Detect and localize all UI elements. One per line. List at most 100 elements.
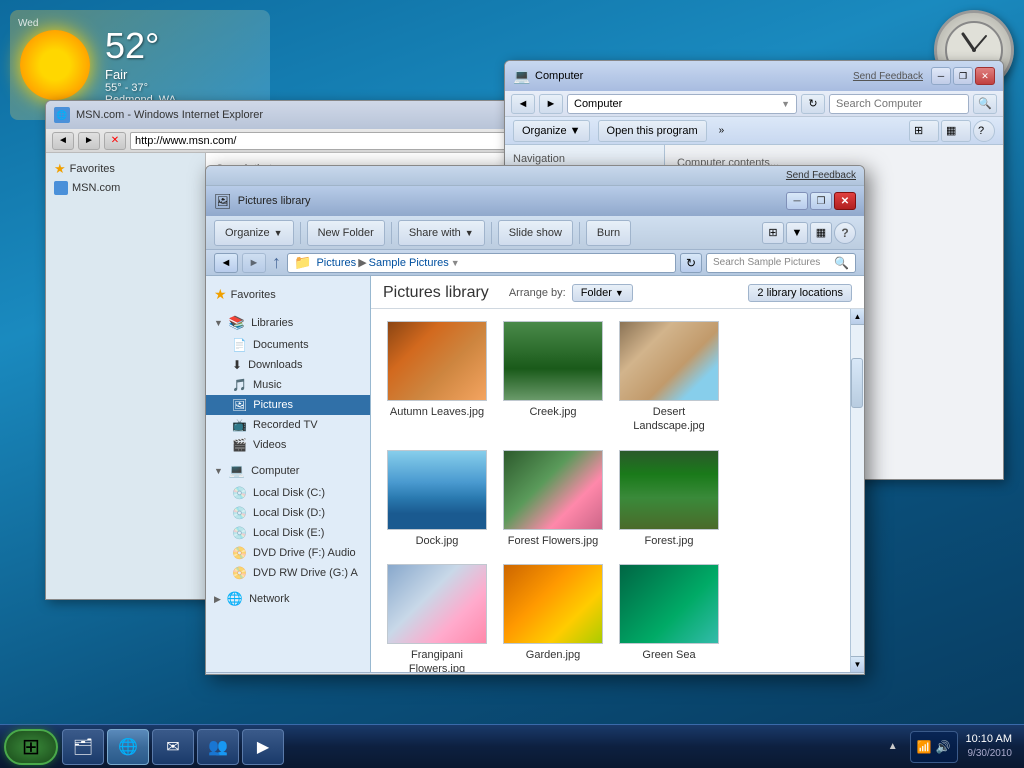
computer-forward-btn[interactable]: ► bbox=[539, 94, 563, 114]
network-header[interactable]: ▶ 🌐 Network bbox=[206, 587, 370, 611]
new-folder-btn[interactable]: New Folder bbox=[307, 220, 385, 246]
pictures-close-btn[interactable]: ✕ bbox=[834, 192, 856, 210]
help-btn[interactable]: ? bbox=[834, 222, 856, 244]
nav-item-dvd-f[interactable]: 📀 DVD Drive (F:) Audio bbox=[206, 543, 370, 563]
computer-header[interactable]: ▼ 💻 Computer bbox=[206, 459, 370, 483]
taskbar-item-ie[interactable]: 🌐 bbox=[107, 729, 149, 765]
nav-item-dvd-g[interactable]: 📀 DVD RW Drive (G:) A bbox=[206, 563, 370, 583]
nav-item-recorded-tv[interactable]: 📺 Recorded TV bbox=[206, 415, 370, 435]
taskbar-item-mail[interactable]: ✉ bbox=[152, 729, 194, 765]
documents-label: Documents bbox=[253, 339, 309, 351]
libraries-icon: 📚 bbox=[229, 315, 245, 331]
ie-forward-btn[interactable]: ► bbox=[78, 132, 100, 150]
breadcrumb-folder-icon: 📁 bbox=[294, 254, 311, 271]
pictures-send-feedback[interactable]: Send Feedback bbox=[786, 170, 856, 181]
computer-help-btn[interactable]: ? bbox=[973, 120, 995, 142]
breadcrumb-sample-pictures[interactable]: Sample Pictures bbox=[369, 257, 449, 269]
volume-tray-icon[interactable]: 🔊 bbox=[936, 740, 951, 754]
taskbar-item-users[interactable]: 👥 bbox=[197, 729, 239, 765]
pic-item-7[interactable]: Garden.jpg bbox=[499, 560, 607, 672]
show-desktop-btn[interactable]: ▲ bbox=[888, 741, 898, 752]
computer-send-feedback[interactable]: Send Feedback bbox=[853, 71, 923, 82]
computer-address-area[interactable]: Computer ▼ bbox=[567, 94, 797, 114]
nav-item-local-disk-d[interactable]: 💿 Local Disk (D:) bbox=[206, 503, 370, 523]
nav-item-music[interactable]: 🎵 Music bbox=[206, 375, 370, 395]
computer-view-btns: ⊞ ▦ ? bbox=[909, 120, 995, 142]
computer-search-input[interactable] bbox=[829, 94, 969, 114]
computer-open-btn[interactable]: Open this program bbox=[598, 120, 707, 142]
computer-organize-btn[interactable]: Organize ▼ bbox=[513, 120, 590, 142]
computer-view-icon-btn[interactable]: ⊞ bbox=[909, 120, 939, 142]
organize-btn[interactable]: Organize ▼ bbox=[214, 220, 294, 246]
nav-item-downloads[interactable]: ⬇ Downloads bbox=[206, 355, 370, 375]
nav-path-breadcrumb[interactable]: 📁 Pictures ▶ Sample Pictures ▼ bbox=[287, 253, 676, 273]
pic-item-5[interactable]: Forest.jpg bbox=[615, 446, 723, 552]
taskbar-item-media[interactable]: ▶ bbox=[242, 729, 284, 765]
nav-back-btn[interactable]: ◄ bbox=[214, 253, 238, 273]
burn-btn[interactable]: Burn bbox=[586, 220, 631, 246]
pic-name-1: Creek.jpg bbox=[529, 405, 576, 419]
search-icon[interactable]: 🔍 bbox=[834, 256, 849, 270]
pic-item-3[interactable]: Dock.jpg bbox=[383, 446, 491, 552]
nav-item-local-disk-e[interactable]: 💿 Local Disk (E:) bbox=[206, 523, 370, 543]
favorites-header[interactable]: ★ Favorites bbox=[206, 282, 370, 307]
pic-item-6[interactable]: Frangipani Flowers.jpg bbox=[383, 560, 491, 672]
pictures-restore-btn[interactable]: ❐ bbox=[810, 192, 832, 210]
pic-item-2[interactable]: Desert Landscape.jpg bbox=[615, 317, 723, 438]
toolbar-separator-3 bbox=[491, 222, 492, 244]
breadcrumb-pictures[interactable]: Pictures bbox=[316, 257, 356, 269]
computer-min-btn[interactable]: ─ bbox=[931, 67, 951, 85]
view-layout-btn[interactable]: ▦ bbox=[810, 222, 832, 244]
scroll-up-btn[interactable]: ▲ bbox=[851, 309, 864, 325]
nav-item-documents[interactable]: 📄 Documents bbox=[206, 335, 370, 355]
nav-forward-btn[interactable]: ► bbox=[242, 253, 266, 273]
computer-toolbar: ◄ ► Computer ▼ ↻ 🔍 bbox=[505, 91, 1003, 117]
pictures-nav-bar: ◄ ► ↑ 📁 Pictures ▶ Sample Pictures ▼ ↻ S… bbox=[206, 250, 864, 276]
nav-item-local-disk-c[interactable]: 💿 Local Disk (C:) bbox=[206, 483, 370, 503]
pic-item-8[interactable]: Green Sea bbox=[615, 560, 723, 672]
pictures-titlebar[interactable]: 🖼 Pictures library ─ ❐ ✕ bbox=[206, 186, 864, 216]
breadcrumb-dropdown-arrow[interactable]: ▼ bbox=[451, 258, 460, 268]
pictures-min-btn[interactable]: ─ bbox=[786, 192, 808, 210]
pictures-scrollbar[interactable]: ▲ ▼ bbox=[850, 309, 864, 672]
share-with-btn[interactable]: Share with ▼ bbox=[398, 220, 485, 246]
computer-refresh-btn[interactable]: ↻ bbox=[801, 94, 825, 114]
pic-thumb-7 bbox=[503, 564, 603, 644]
computer-restore-btn[interactable]: ❐ bbox=[953, 67, 973, 85]
system-clock[interactable]: 10:10 AM 9/30/2010 bbox=[966, 732, 1012, 761]
network-tray-icon[interactable]: 📶 bbox=[917, 740, 932, 754]
nav-item-pictures[interactable]: 🖼 Pictures bbox=[206, 395, 370, 415]
nav-item-videos[interactable]: 🎬 Videos bbox=[206, 435, 370, 455]
ie-sidebar: ★ Favorites MSN.com bbox=[46, 153, 206, 599]
dvd-f-label: DVD Drive (F:) Audio bbox=[253, 547, 356, 559]
slide-show-btn[interactable]: Slide show bbox=[498, 220, 573, 246]
view-icon-btn-1[interactable]: ⊞ bbox=[762, 222, 784, 244]
library-locations-btn[interactable]: 2 library locations bbox=[748, 284, 852, 302]
start-button[interactable]: ⊞ bbox=[4, 729, 58, 765]
pic-thumb-0 bbox=[387, 321, 487, 401]
libraries-header[interactable]: ▼ 📚 Libraries bbox=[206, 311, 370, 335]
pictures-titlebar-btns: ─ ❐ ✕ bbox=[786, 192, 856, 210]
ie-favorites-bar[interactable]: ★ Favorites bbox=[54, 161, 197, 177]
nav-up-btn[interactable]: ↑ bbox=[272, 252, 281, 273]
computer-close-btn[interactable]: ✕ bbox=[975, 67, 995, 85]
scroll-thumb[interactable] bbox=[851, 358, 863, 408]
pic-item-0[interactable]: Autumn Leaves.jpg bbox=[383, 317, 491, 438]
taskbar-item-explorer[interactable]: 🗂 bbox=[62, 729, 104, 765]
pic-item-1[interactable]: Creek.jpg bbox=[499, 317, 607, 438]
pic-item-4[interactable]: Forest Flowers.jpg bbox=[499, 446, 607, 552]
computer-layout-btn[interactable]: ▦ bbox=[941, 120, 971, 142]
ie-msn-link[interactable]: MSN.com bbox=[54, 181, 197, 195]
ie-address-input[interactable] bbox=[130, 132, 522, 150]
ie-stop-btn[interactable]: ✕ bbox=[104, 132, 126, 150]
computer-titlebar[interactable]: 💻 Computer Send Feedback ─ ❐ ✕ bbox=[505, 61, 1003, 91]
view-icon-btn-2[interactable]: ▼ bbox=[786, 222, 808, 244]
ie-back-btn[interactable]: ◄ bbox=[52, 132, 74, 150]
nav-refresh-btn[interactable]: ↻ bbox=[680, 253, 702, 273]
computer-back-btn[interactable]: ◄ bbox=[511, 94, 535, 114]
nav-search-box[interactable]: Search Sample Pictures 🔍 bbox=[706, 253, 856, 273]
arrange-folder-btn[interactable]: Folder ▼ bbox=[572, 284, 633, 302]
computer-search-btn[interactable]: 🔍 bbox=[973, 94, 997, 114]
computer-expand-btn[interactable]: » bbox=[719, 125, 725, 136]
scroll-down-btn[interactable]: ▼ bbox=[851, 656, 864, 672]
